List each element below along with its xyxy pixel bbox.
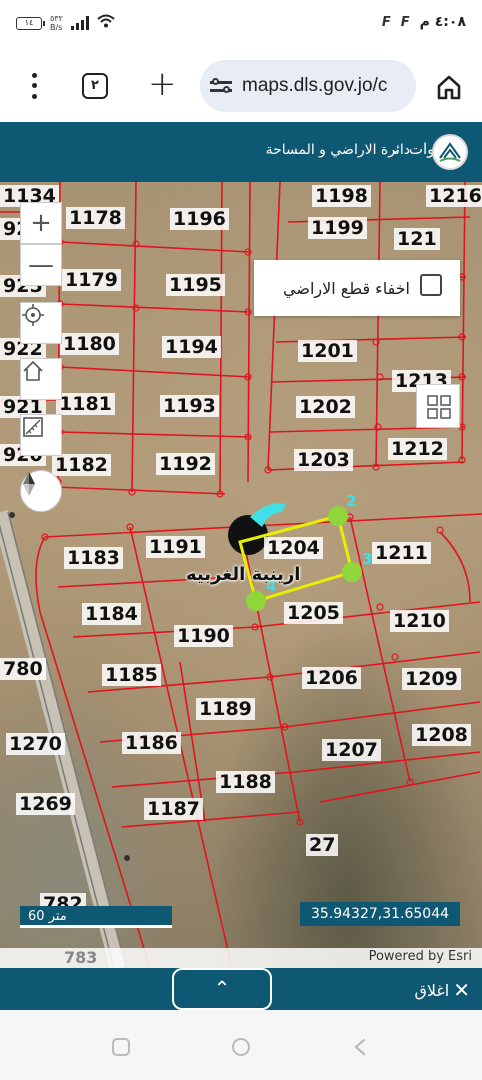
parcel-label[interactable]: 1195 xyxy=(166,274,225,296)
site-settings-icon[interactable] xyxy=(210,76,232,96)
parcel-label[interactable]: 1216 xyxy=(426,185,482,207)
network-speed-unit: B/s xyxy=(50,23,63,32)
zoom-in-button[interactable]: + xyxy=(20,202,62,244)
battery-icon: ١٤ xyxy=(16,16,45,30)
status-bar: ١٤ ٥٣٢ B/s F F ٤:٠٨ م xyxy=(0,0,482,50)
plus-icon: + xyxy=(30,208,52,238)
hide-parcels-panel: اخفاء قطع الاراضي xyxy=(254,260,460,316)
network-speed-value: ٥٣٢ xyxy=(50,14,63,23)
parcel-label[interactable]: 1186 xyxy=(122,732,181,754)
browser-toolbar: ٢ + maps.dls.gov.jo/c xyxy=(0,50,482,122)
chevron-up-icon: ⌃ xyxy=(213,976,231,1000)
crosshair-icon xyxy=(22,304,44,326)
browser-menu-icon[interactable] xyxy=(22,70,46,102)
new-tab-button[interactable]: + xyxy=(148,64,177,104)
parcel-label[interactable]: 27 xyxy=(306,834,339,856)
battery-level: ١٤ xyxy=(24,17,34,27)
parcel-label[interactable]: 1202 xyxy=(296,396,355,418)
parcel-label[interactable]: 1210 xyxy=(390,610,449,632)
parcel-label[interactable]: 1180 xyxy=(60,333,119,355)
system-navigation-bar xyxy=(0,1010,482,1080)
parcel-label[interactable]: 1187 xyxy=(144,798,203,820)
parcel-label[interactable]: 1209 xyxy=(402,668,461,690)
notification-icon: F xyxy=(381,14,391,30)
clock: ٤:٠٨ م xyxy=(419,14,466,30)
hide-parcels-label[interactable]: اخفاء قطع الاراضي xyxy=(283,279,410,298)
parcel-label[interactable]: 1204 xyxy=(264,537,323,559)
coordinates-readout: 35.94327,31.65044 xyxy=(300,902,460,926)
tab-switcher-button[interactable]: ٢ xyxy=(82,73,108,99)
parcel-label[interactable]: 1188 xyxy=(216,771,275,793)
parcel-label[interactable]: 1181 xyxy=(56,393,115,415)
bottom-panel-bar: ⌃ اغلاق ✕ xyxy=(0,968,482,1010)
scale-bar: 60 متر xyxy=(20,906,172,928)
parcel-label[interactable]: 1269 xyxy=(16,793,75,815)
parcel-label[interactable]: 1184 xyxy=(82,603,141,625)
home-icon[interactable] xyxy=(434,72,464,102)
notification-icon: F xyxy=(400,14,410,30)
parcel-label[interactable]: 1183 xyxy=(64,547,123,569)
close-button[interactable]: اغلاق ✕ xyxy=(414,978,470,1002)
back-icon[interactable] xyxy=(350,1036,372,1058)
vertex-label: 3 xyxy=(362,550,373,568)
basemap-toggle-button[interactable] xyxy=(416,384,460,428)
parcel-label[interactable]: 1191 xyxy=(146,536,205,558)
qr-grid-icon xyxy=(427,395,451,419)
parcel-label[interactable]: 780 xyxy=(0,658,46,680)
parcel-label[interactable]: 1199 xyxy=(308,217,367,239)
parcel-label[interactable]: 1192 xyxy=(156,453,215,475)
measure-icon xyxy=(23,417,43,437)
close-icon: ✕ xyxy=(453,978,470,1002)
parcel-label[interactable]: 1179 xyxy=(62,269,121,291)
app-title: دائرة الاراضي و المساحة xyxy=(265,142,410,158)
parcel-label[interactable]: 1203 xyxy=(294,449,353,471)
signal-icon xyxy=(70,16,89,30)
parcel-label[interactable]: 1205 xyxy=(284,602,343,624)
compass-button[interactable] xyxy=(20,470,62,512)
parcel-label[interactable]: 1189 xyxy=(196,698,255,720)
scale-label: 60 متر xyxy=(28,909,67,924)
parcel-label[interactable]: 1212 xyxy=(388,438,447,460)
recents-icon[interactable] xyxy=(110,1036,132,1058)
network-speed: ٥٣٢ B/s xyxy=(50,14,63,32)
parcel-label[interactable]: 1211 xyxy=(372,542,431,564)
app-header: ⌄ اداوات دائرة الاراضي و المساحة xyxy=(0,122,482,182)
parcel-label[interactable]: 1206 xyxy=(302,667,361,689)
parcel-label[interactable]: 1208 xyxy=(412,724,471,746)
url-text[interactable]: maps.dls.gov.jo/c xyxy=(242,75,387,97)
vertex-label: 2 xyxy=(346,492,357,510)
parcel-label[interactable]: 1185 xyxy=(102,664,161,686)
wifi-icon xyxy=(97,14,115,32)
parcel-label[interactable]: 1196 xyxy=(170,208,229,230)
home-icon xyxy=(23,360,43,381)
map-view[interactable]: 2 3 4 1134 1178 1196 1198 1216 1199 92 1… xyxy=(0,182,482,968)
parcel-label[interactable]: 1270 xyxy=(6,733,65,755)
dls-logo-icon xyxy=(432,134,468,170)
parcel-label[interactable]: 1201 xyxy=(298,340,357,362)
measure-button[interactable] xyxy=(20,414,62,456)
address-bar[interactable]: maps.dls.gov.jo/c xyxy=(200,60,416,112)
close-label: اغلاق xyxy=(414,980,450,1000)
parcel-label[interactable]: 1178 xyxy=(66,207,125,229)
parcel-label[interactable]: 1198 xyxy=(312,185,371,207)
attribution-bar: 783 Powered by Esri xyxy=(0,948,482,968)
home-extent-button[interactable] xyxy=(20,358,62,400)
parcel-label[interactable]: 1207 xyxy=(322,739,381,761)
parcel-label[interactable]: 121 xyxy=(394,228,440,250)
area-name-label: ارينبة الغربيه xyxy=(186,564,301,585)
zoom-out-button[interactable]: — xyxy=(20,244,62,286)
minus-icon: — xyxy=(28,250,54,280)
attribution-text[interactable]: Powered by Esri xyxy=(369,949,472,964)
expand-panel-button[interactable]: ⌃ xyxy=(172,968,272,1010)
parcel-label[interactable]: 1182 xyxy=(52,454,111,476)
hide-parcels-checkbox[interactable] xyxy=(420,274,442,296)
compass-icon xyxy=(23,472,35,496)
home-nav-icon[interactable] xyxy=(230,1036,252,1058)
parcel-label[interactable]: 1190 xyxy=(174,625,233,647)
locate-button[interactable] xyxy=(20,302,62,344)
parcel-label[interactable]: 1193 xyxy=(160,395,219,417)
parcel-label[interactable]: 1194 xyxy=(162,336,221,358)
